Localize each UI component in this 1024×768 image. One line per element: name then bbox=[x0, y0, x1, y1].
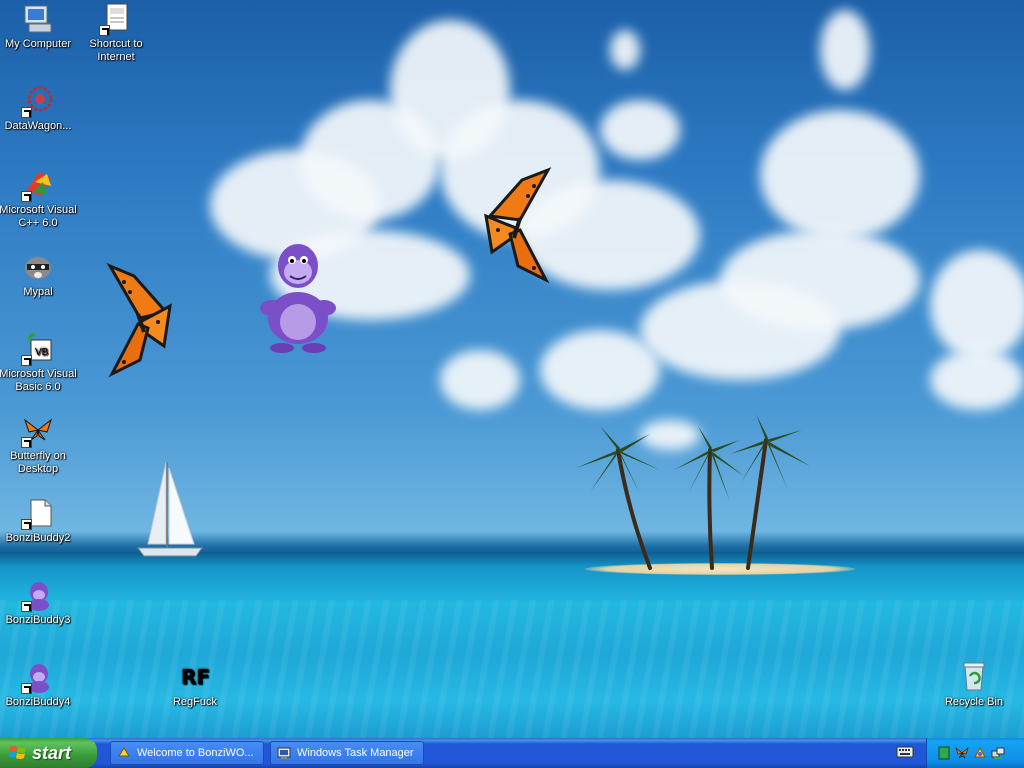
bonzi-tray-icon[interactable] bbox=[973, 746, 987, 760]
task-label: Windows Task Manager bbox=[297, 747, 414, 759]
bonzi-app-icon bbox=[118, 747, 130, 757]
keyboard-icon[interactable] bbox=[896, 745, 914, 759]
desktop-icon-bonzibuddy4[interactable]: BonziBuddy4 bbox=[0, 660, 78, 709]
taskbar: start Welcome to BonziWO... Windows Task… bbox=[0, 738, 1024, 768]
desktop-icon-label: BonziBuddy2 bbox=[5, 532, 71, 544]
svg-text:VB: VB bbox=[35, 347, 49, 358]
desktop-icon-bonzibuddy3[interactable]: BonziBuddy3 bbox=[0, 578, 78, 627]
desktop-icon-label: Microsoft Visual Basic 6.0 bbox=[0, 368, 77, 393]
butterfly-tray-icon[interactable] bbox=[955, 746, 969, 760]
network-tray-icon[interactable] bbox=[991, 746, 1005, 760]
desktop-icon-butterfly[interactable]: Butterfly on Desktop bbox=[0, 414, 78, 476]
desktop-icon-visual-cpp[interactable]: Microsoft Visual C++ 6.0 bbox=[0, 168, 78, 230]
desktop-icon-label: Mypal bbox=[23, 286, 53, 298]
palm-trees-image bbox=[576, 414, 810, 570]
task-manager-icon bbox=[277, 747, 291, 759]
desktop-icon-my-computer[interactable]: My Computer bbox=[0, 2, 78, 51]
desktop-icon-label: Microsoft Visual C++ 6.0 bbox=[0, 204, 77, 229]
green-status-icon[interactable] bbox=[937, 746, 951, 760]
desktop-icon-label: My Computer bbox=[4, 38, 72, 50]
butterfly-sprite-left[interactable] bbox=[104, 262, 176, 382]
desktop-wallpaper[interactable]: My Computer Shortcut to Internet DataWag… bbox=[0, 0, 1024, 738]
desktop-icon-label: Recycle Bin bbox=[944, 696, 1004, 708]
butterfly-sprite-right[interactable] bbox=[482, 166, 554, 286]
start-button[interactable]: start bbox=[0, 738, 97, 768]
start-label: start bbox=[32, 743, 72, 763]
taskbar-button-bonziworld[interactable]: Welcome to BonziWO... bbox=[110, 741, 264, 765]
desktop-icon-mypal[interactable]: Mypal bbox=[0, 250, 78, 299]
task-label: Welcome to BonziWO... bbox=[137, 747, 254, 759]
taskbar-button-task-manager[interactable]: Windows Task Manager bbox=[270, 741, 424, 765]
desktop-icon-label: BonziBuddy4 bbox=[5, 696, 71, 708]
desktop-icon-datawagon[interactable]: DataWagon... bbox=[0, 84, 78, 133]
bonzibuddy-character[interactable] bbox=[254, 238, 344, 354]
desktop-icon-bonzibuddy2[interactable]: BonziBuddy2 bbox=[0, 496, 78, 545]
desktop-icon-label: Butterfly on Desktop bbox=[10, 450, 66, 475]
svg-text:RF: RF bbox=[181, 665, 210, 689]
desktop-icon-label: BonziBuddy3 bbox=[5, 614, 71, 626]
regfuck-icon: RF bbox=[181, 665, 210, 689]
desktop-icon-shortcut-internet[interactable]: Shortcut to Internet bbox=[76, 2, 156, 64]
desktop-icon-label: Shortcut to Internet bbox=[89, 38, 143, 63]
sailboat-image bbox=[137, 461, 203, 557]
desktop-icon-regfuck[interactable]: RF RegFuck bbox=[155, 660, 235, 709]
system-tray bbox=[926, 738, 1024, 768]
windows-logo-icon bbox=[9, 746, 26, 759]
desktop-icon-recycle-bin[interactable]: Recycle Bin bbox=[934, 660, 1014, 709]
desktop-icon-label: DataWagon... bbox=[4, 120, 72, 132]
desktop-icon-label: RegFuck bbox=[172, 696, 218, 708]
desktop-icon-visual-basic[interactable]: VB Microsoft Visual Basic 6.0 bbox=[0, 332, 78, 394]
